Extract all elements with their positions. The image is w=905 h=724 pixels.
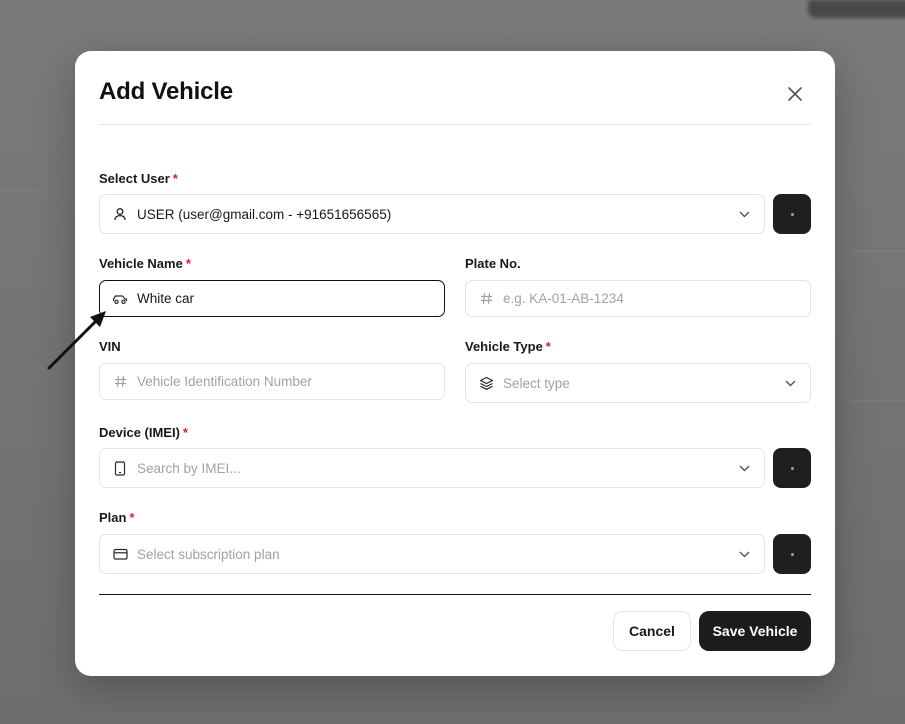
plus-icon — [790, 552, 794, 556]
vehicle-name-label: Vehicle Name * — [99, 256, 191, 271]
chevron-down-icon — [784, 377, 796, 389]
plan-label: Plan * — [99, 510, 135, 525]
dialog-title: Add Vehicle — [99, 78, 233, 105]
footer-divider — [99, 594, 811, 595]
add-plan-button[interactable] — [773, 534, 811, 574]
background-decor — [0, 190, 40, 192]
device-imei-dropdown[interactable]: Search by IMEI... — [99, 448, 765, 488]
select-user-value: USER (user@gmail.com - +91651656565) — [137, 206, 392, 222]
vehicle-type-placeholder: Select type — [503, 375, 570, 391]
plate-no-label: Plate No. — [465, 256, 521, 271]
user-icon — [112, 206, 128, 222]
plan-placeholder: Select subscription plan — [137, 546, 280, 562]
vehicle-name-input[interactable] — [137, 291, 444, 306]
chevron-down-icon — [738, 208, 750, 220]
background-button-blurred — [808, 0, 905, 18]
close-button[interactable] — [785, 84, 805, 104]
save-vehicle-button[interactable]: Save Vehicle — [699, 611, 811, 651]
close-icon — [788, 87, 802, 101]
vin-field[interactable] — [99, 363, 445, 400]
phone-icon — [112, 460, 128, 476]
annotation-arrow-icon — [47, 311, 106, 370]
credit-card-icon — [112, 546, 128, 562]
layers-icon — [478, 375, 494, 391]
add-device-button[interactable] — [773, 448, 811, 488]
plus-icon — [790, 466, 794, 470]
chevron-down-icon — [738, 548, 750, 560]
chevron-down-icon — [738, 462, 750, 474]
plan-dropdown[interactable]: Select subscription plan — [99, 534, 765, 574]
plate-no-input[interactable] — [503, 291, 810, 306]
vehicle-name-field[interactable] — [99, 280, 445, 317]
vehicle-type-label: Vehicle Type * — [465, 339, 551, 354]
select-user-label: Select User * — [99, 171, 178, 186]
hash-icon — [112, 374, 128, 390]
device-imei-label: Device (IMEI) * — [99, 425, 188, 440]
vehicle-type-select[interactable]: Select type — [465, 363, 811, 403]
cancel-button[interactable]: Cancel — [613, 611, 691, 651]
hash-icon — [478, 291, 494, 307]
add-user-button[interactable] — [773, 194, 811, 234]
background-decor — [850, 250, 905, 252]
select-user-dropdown[interactable]: USER (user@gmail.com - +91651656565) — [99, 194, 765, 234]
car-icon — [112, 291, 128, 307]
header-divider — [99, 124, 811, 125]
vin-input[interactable] — [137, 374, 444, 389]
plus-icon — [790, 212, 794, 216]
add-vehicle-dialog: Add Vehicle Select User * USER (user@gmai… — [75, 51, 835, 676]
background-decor — [850, 400, 905, 402]
device-imei-placeholder: Search by IMEI... — [137, 460, 241, 476]
plate-no-field[interactable] — [465, 280, 811, 317]
